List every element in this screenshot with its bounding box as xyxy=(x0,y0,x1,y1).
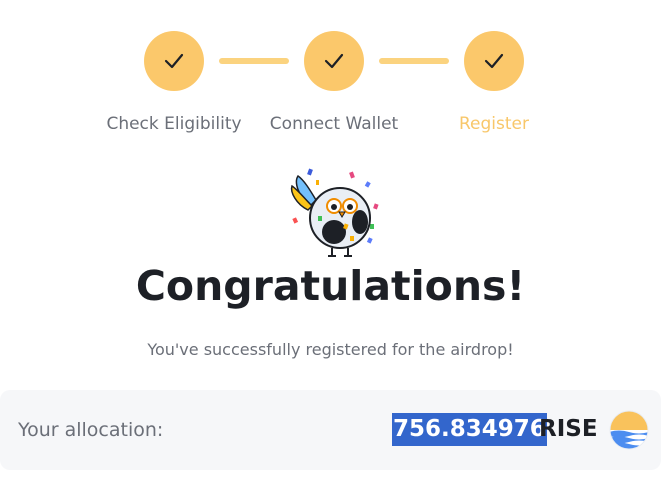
allocation-token-symbol: RISE xyxy=(539,416,598,442)
check-icon xyxy=(324,53,344,69)
step-3-circle xyxy=(464,31,524,91)
success-message: You've successfully registered for the a… xyxy=(147,340,514,359)
step-2-circle xyxy=(304,31,364,91)
check-icon xyxy=(484,53,504,69)
allocation-card: Your allocation: 756.834976 RISE xyxy=(0,390,661,470)
step-label-check-eligibility: Check Eligibility xyxy=(106,114,242,134)
step-label-connect-wallet: Connect Wallet xyxy=(269,114,399,134)
rise-token-icon xyxy=(609,410,649,450)
step-connector-2 xyxy=(379,58,449,64)
allocation-amount[interactable]: 756.834976 xyxy=(392,413,547,446)
allocation-label: Your allocation: xyxy=(18,419,164,441)
check-icon xyxy=(164,53,184,69)
step-1-circle xyxy=(144,31,204,91)
step-label-register: Register xyxy=(459,114,529,134)
page-title: Congratulations! xyxy=(135,262,526,310)
step-connector-1 xyxy=(219,58,289,64)
airdrop-success-page: Check Eligibility Connect Wallet Registe… xyxy=(0,0,661,482)
bird-mascot-confetti-icon xyxy=(290,168,379,257)
